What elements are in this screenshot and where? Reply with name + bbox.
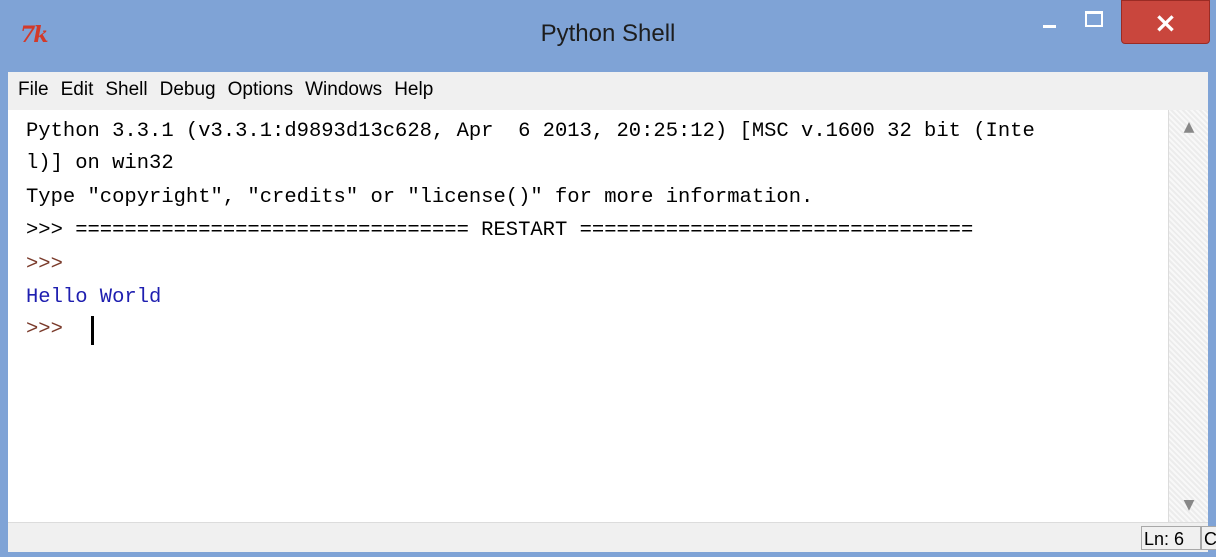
text-cursor xyxy=(91,316,94,345)
menu-help[interactable]: Help xyxy=(394,79,433,101)
menu-edit[interactable]: Edit xyxy=(61,79,94,101)
menu-options[interactable]: Options xyxy=(228,79,293,101)
down-arrow-icon[interactable]: ▼ xyxy=(1180,496,1198,514)
menu-windows[interactable]: Windows xyxy=(305,79,382,101)
menu-bar: File Edit Shell Debug Options Windows Help xyxy=(8,72,1208,111)
prompt-line: >>> xyxy=(26,253,63,276)
minimize-icon xyxy=(1043,25,1056,28)
maximize-icon xyxy=(1085,11,1103,27)
status-bar: Ln: 6 Col: 4 xyxy=(8,522,1216,552)
input-prompt[interactable]: >>> xyxy=(26,318,75,341)
close-icon: × xyxy=(1153,6,1178,39)
shell-text-area[interactable]: Python 3.3.1 (v3.3.1:d9893d13c628, Apr 6… xyxy=(8,110,1168,522)
up-arrow-icon[interactable]: ▲ xyxy=(1180,118,1198,136)
title-bar[interactable]: 7k Python Shell × xyxy=(0,0,1216,72)
python-shell-window: 7k Python Shell × File Edit Shell Debug Opti… xyxy=(0,0,1216,557)
output-line: Hello World xyxy=(26,286,162,309)
vertical-scrollbar[interactable]: ▲ ▼ xyxy=(1168,110,1208,522)
restart-line: >>> ================================ RES… xyxy=(26,219,974,242)
minimize-button[interactable] xyxy=(1028,0,1070,40)
shell-line: Python 3.3.1 (v3.3.1:d9893d13c628, Apr 6… xyxy=(26,120,1035,143)
shell-line: Type "copyright", "credits" or "license(… xyxy=(26,186,814,209)
line-number-indicator: Ln: 6 xyxy=(1141,526,1201,550)
shell-line: l)] on win32 xyxy=(26,152,174,175)
close-button[interactable]: × xyxy=(1121,0,1210,44)
menu-file[interactable]: File xyxy=(18,79,49,101)
menu-shell[interactable]: Shell xyxy=(105,79,147,101)
column-number-indicator: Col: 4 xyxy=(1201,526,1216,550)
maximize-button[interactable] xyxy=(1074,0,1118,40)
menu-debug[interactable]: Debug xyxy=(160,79,216,101)
